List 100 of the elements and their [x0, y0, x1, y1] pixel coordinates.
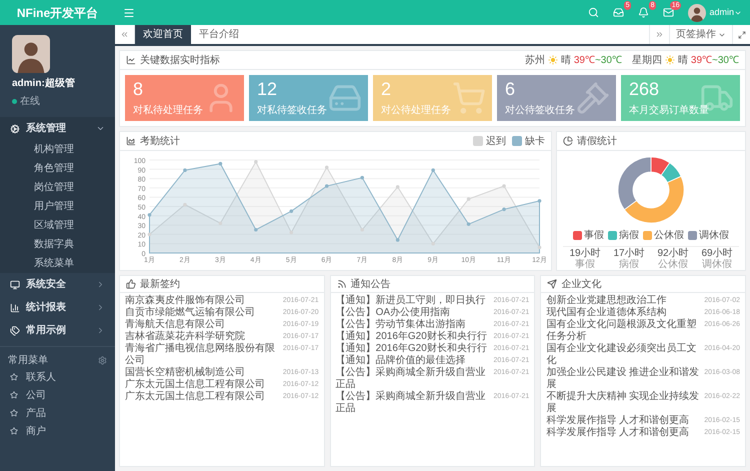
tags-icon	[10, 326, 20, 336]
submenu-item[interactable]: 岗位管理	[0, 178, 115, 197]
stat-label: 对公待签收任务	[505, 104, 575, 118]
settings-icon[interactable]	[98, 356, 107, 365]
user-name: admin:超级管	[12, 76, 76, 91]
list-link[interactable]: 【公告】劳动节集体出游指南	[336, 319, 491, 331]
menu-item[interactable]: 常用示例	[0, 319, 115, 342]
card-title: 企业文化	[561, 278, 602, 292]
temperature-low: ~30℃	[712, 54, 739, 68]
submenu-item[interactable]: 机构管理	[0, 140, 115, 159]
menu-item[interactable]: 系统安全	[0, 273, 115, 296]
stat-label: 本月交易订单数量	[629, 104, 709, 118]
list-link[interactable]: 现代国有企业道德体系结构	[546, 307, 702, 319]
list-link[interactable]: 【通知】2016年G20财长和央行行	[336, 331, 491, 343]
data-point	[360, 228, 364, 232]
submenu-item[interactable]: 数据字典	[0, 235, 115, 254]
list-link[interactable]: 【公告】采购商城全新升级自营业正品	[336, 391, 491, 415]
stat-value: 268	[629, 78, 660, 100]
list-link[interactable]: 科学发展作指导 人才和谐创更高	[546, 427, 702, 439]
sun-icon	[664, 55, 675, 65]
stat-label: 对公待处理任务	[381, 104, 451, 118]
weather-place: 苏州	[524, 54, 545, 68]
list-link[interactable]: 广东太元国土信息工程有限公司	[125, 379, 280, 391]
list-link[interactable]: 加强企业公民建设 推进企业和谐发展	[546, 367, 702, 391]
gavel-icon	[576, 81, 610, 115]
list-link[interactable]: 【公告】OA办公使用指南	[336, 307, 491, 319]
list-link[interactable]: 广东太元国土信息工程有限公司	[125, 391, 280, 403]
line-chart-icon	[126, 55, 136, 65]
list-link[interactable]: 青海航天信息有限公司	[125, 319, 280, 331]
list-link[interactable]: 国营长空精密机械制造公司	[125, 367, 280, 379]
list-link[interactable]: 【通知】2016年G20财长和央行行	[336, 343, 491, 355]
stat-value: 12	[257, 78, 278, 100]
card-title: 通知公告	[350, 278, 391, 292]
legend-label: 事假	[584, 228, 604, 243]
bar-chart-icon	[10, 302, 20, 312]
star-icon	[10, 427, 18, 435]
area-chart-icon	[126, 136, 136, 146]
favorite-item[interactable]: 商户	[0, 422, 115, 440]
hours-value: 69小时	[701, 248, 733, 259]
data-point	[148, 232, 152, 236]
data-point	[431, 168, 435, 172]
data-point	[148, 213, 152, 217]
list-link[interactable]: 科学发展作指导 人才和谐创更高	[546, 415, 702, 427]
list-link[interactable]: 【公告】采购商城全新升级自营业正品	[336, 367, 491, 391]
list-link[interactable]: 不断提升大庆精神 实现企业持续发展	[546, 391, 702, 415]
list-link[interactable]: 国有企业文化问题根源及文化重塑任务分析	[546, 319, 702, 343]
temperature-low: ~30℃	[594, 54, 622, 68]
weather-place: 星期四	[632, 54, 662, 68]
submenu-item[interactable]: 系统菜单	[0, 254, 115, 273]
menu-item[interactable]: 统计报表	[0, 296, 115, 319]
favorite-item[interactable]: 联系人	[0, 368, 115, 386]
submenu-item[interactable]: 区域管理	[0, 216, 115, 235]
bell-icon	[638, 7, 650, 18]
menu-icon[interactable]	[123, 6, 135, 18]
rss-icon	[336, 279, 347, 289]
data-point	[254, 228, 258, 232]
list-link[interactable]: 南京森夷皮件服饰有限公司	[125, 295, 280, 307]
tab-actions-button[interactable]: 页签操作	[669, 25, 732, 44]
data-point	[324, 184, 329, 188]
list-link[interactable]: 吉林省蔬菜花卉科学研究院	[125, 331, 280, 343]
temperature-high: 39℃	[690, 54, 712, 68]
chevron-down-icon	[96, 124, 105, 133]
legend-label: 缺卡	[525, 134, 545, 148]
gear-icon	[10, 124, 20, 134]
favorite-item[interactable]: 产品	[0, 404, 115, 422]
legend-label: 调休假	[699, 229, 729, 243]
list-link[interactable]: 【通知】新进员工守则，即日执行	[336, 295, 491, 307]
data-point	[290, 209, 294, 213]
weather-condition: 晴	[560, 54, 571, 68]
tab[interactable]: 平台介绍	[191, 25, 247, 44]
stat-value: 2	[381, 78, 392, 100]
thumbs-up-icon	[126, 279, 136, 289]
expand-icon	[738, 30, 746, 38]
hours-label: 病假	[619, 259, 639, 270]
logo: NFine开发平台	[0, 0, 115, 25]
data-point	[254, 160, 258, 164]
submenu-item[interactable]: 角色管理	[0, 159, 115, 178]
list-link[interactable]: 自贡市绿能燃气运输有限公司	[125, 307, 280, 319]
user-avatar	[12, 35, 50, 73]
data-point	[183, 168, 187, 172]
submenu-item[interactable]: 用户管理	[0, 197, 115, 216]
legend-label: 病假	[619, 228, 639, 243]
stat-label: 对私待处理任务	[133, 104, 203, 118]
menu-item[interactable]: 系统管理	[0, 117, 115, 140]
favorite-item[interactable]: 公司	[0, 386, 115, 404]
data-point	[360, 176, 364, 180]
stat-value: 8	[133, 78, 144, 100]
list-link[interactable]: 国有企业文化建设必须突出员工文化	[546, 343, 702, 367]
legend-label: 公休假	[654, 229, 684, 243]
search-icon[interactable]	[588, 7, 600, 18]
data-point	[218, 162, 222, 166]
list-link[interactable]: 【通知】品牌价值的最佳选择	[336, 355, 491, 367]
card-title: 关键数据实时指标	[140, 54, 220, 68]
tab[interactable]: 欢迎首页	[135, 25, 191, 44]
chevron-right-icon	[96, 326, 105, 335]
data-point	[396, 185, 400, 189]
list-link[interactable]: 创新企业党建思想政治工作	[546, 295, 702, 307]
monitor-icon	[10, 280, 20, 290]
list-link[interactable]: 青海省广播电视信息网络股份有限公司	[125, 343, 280, 367]
hours-label: 调休假	[702, 259, 732, 270]
